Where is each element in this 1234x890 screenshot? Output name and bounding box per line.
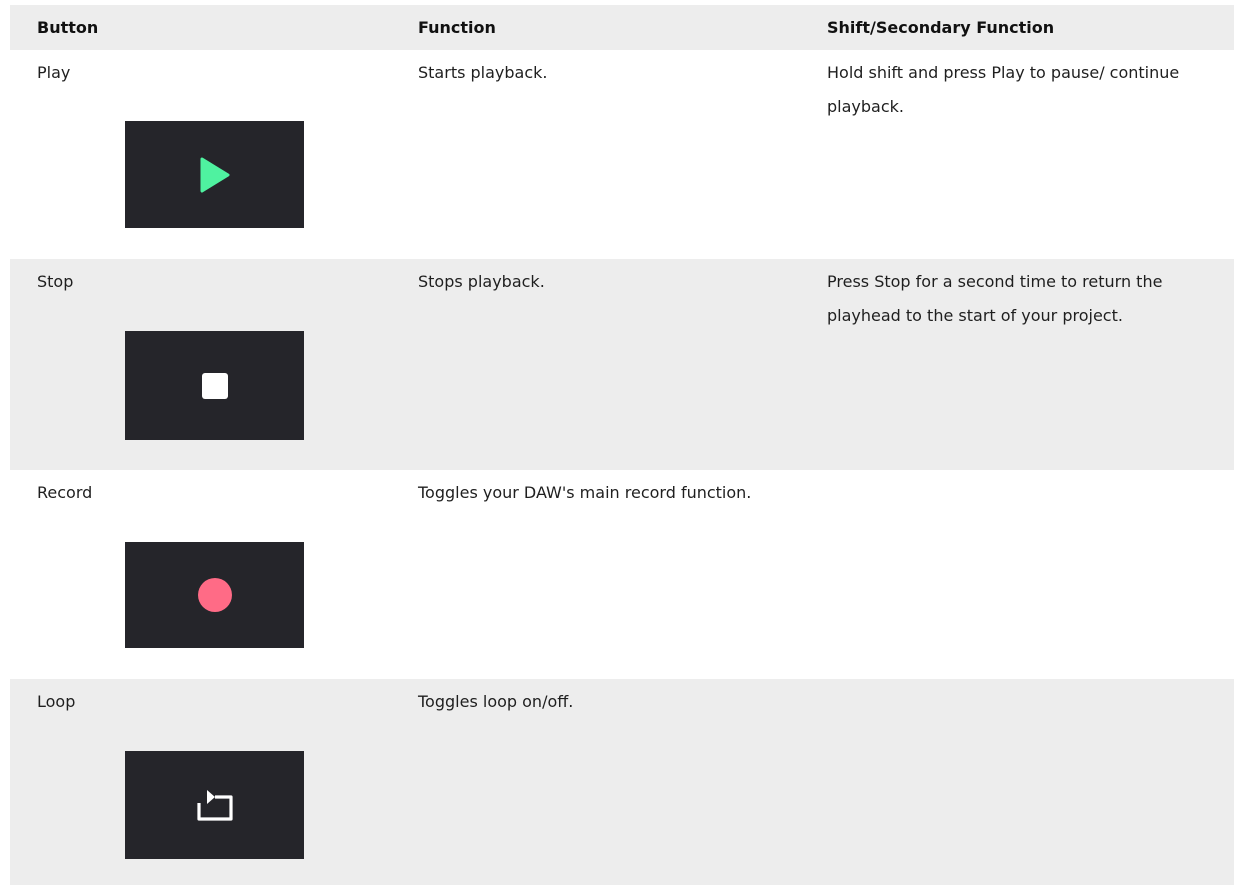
controls-table: Button Function Shift/Secondary Function… <box>10 5 1234 885</box>
header-secondary-function: Shift/Secondary Function <box>827 18 1055 37</box>
record-button-image <box>125 542 304 648</box>
table-header: Button Function Shift/Secondary Function <box>10 5 1234 50</box>
play-icon <box>200 157 229 192</box>
table-row: Loop Toggles loop on/off. <box>10 679 1234 885</box>
secondary-function-cell: Hold shift and press Play to pause/ cont… <box>827 63 1180 116</box>
table-row: Record Toggles your DAW's main record fu… <box>10 470 1234 679</box>
record-icon <box>197 578 232 612</box>
table-row: Stop Stops playback. Press Stop for a se… <box>10 259 1234 470</box>
play-button-image <box>125 121 304 228</box>
button-name: Play <box>37 63 71 82</box>
button-cell: Loop <box>10 679 418 885</box>
function-cell: Stops playback. <box>418 272 545 291</box>
loop-icon <box>196 790 233 821</box>
button-cell: Stop <box>10 259 418 470</box>
stop-button-image <box>125 331 304 440</box>
function-cell: Toggles loop on/off. <box>418 692 574 711</box>
button-cell: Record <box>10 470 418 679</box>
header-function: Function <box>418 18 496 37</box>
secondary-function-cell: Press Stop for a second time to return t… <box>827 272 1163 325</box>
button-cell: Play <box>10 50 418 259</box>
button-name: Loop <box>37 692 76 711</box>
function-cell: Toggles your DAW's main record function. <box>418 483 752 502</box>
stop-icon <box>201 372 228 399</box>
header-button: Button <box>37 18 99 37</box>
table-row: Play Starts playback. Hold shift and pre… <box>10 50 1234 259</box>
secondary-function-cell <box>827 679 1234 885</box>
loop-button-image <box>125 751 304 859</box>
function-cell: Starts playback. <box>418 63 548 82</box>
secondary-function-cell <box>827 470 1234 679</box>
button-name: Stop <box>37 272 74 291</box>
button-name: Record <box>37 483 93 502</box>
